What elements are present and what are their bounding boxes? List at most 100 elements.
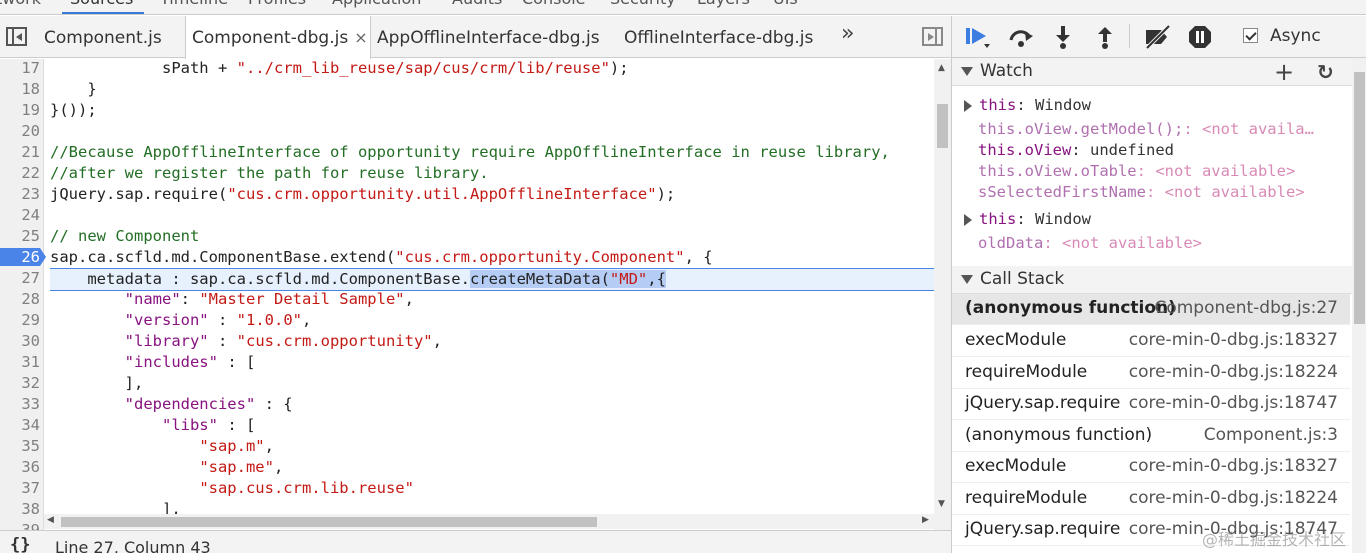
call-frame-location[interactable]: Component.js:3 <box>1204 425 1338 445</box>
watch-expression[interactable]: this.oView.getModel();: <not availa… <box>952 120 1350 141</box>
call-frame[interactable]: (anonymous function) Component-dbg.js:27 <box>952 294 1350 325</box>
toggle-navigator-icon[interactable] <box>6 27 27 46</box>
line-number[interactable]: 39 <box>0 521 40 530</box>
async-checkbox[interactable] <box>1243 28 1258 43</box>
tab-uis[interactable]: UIs <box>773 0 798 8</box>
tab-sources[interactable]: Sources <box>70 0 133 8</box>
line-number[interactable]: 22 <box>0 164 40 182</box>
toggle-debugger-icon[interactable] <box>922 27 943 46</box>
call-frame[interactable]: requireModule core-min-0-dbg.js:18224 <box>952 358 1350 389</box>
file-tab-appofflineinterface-dbg[interactable]: AppOfflineInterface-dbg.js <box>377 16 600 58</box>
scrollbar-thumb[interactable] <box>61 517 597 527</box>
call-frame[interactable]: execModule core-min-0-dbg.js:18327 <box>952 326 1350 357</box>
watch-section-header[interactable]: Watch + ↻ <box>952 58 1352 86</box>
tab-application[interactable]: Application <box>332 0 421 8</box>
watch-expression[interactable]: sSelectedFirstName: <not available> <box>952 183 1350 204</box>
code-line: "dependencies" : { <box>124 395 293 413</box>
line-number[interactable]: 32 <box>0 374 40 392</box>
debugger-toolbar: Async <box>952 16 1366 58</box>
line-number[interactable]: 34 <box>0 416 40 434</box>
tab-layers[interactable]: Layers <box>697 0 750 8</box>
line-number[interactable]: 30 <box>0 332 40 350</box>
code-line: "name": "Master Detail Sample", <box>124 290 414 308</box>
watch-expression[interactable]: this.oView: undefined <box>952 141 1350 162</box>
code-editor[interactable]: 17 18 19 20 21 22 23 24 25 26 27 28 29 3… <box>0 59 951 530</box>
more-tabs-icon[interactable]: » <box>841 21 854 46</box>
line-number[interactable]: 29 <box>0 311 40 329</box>
line-number[interactable]: 19 <box>0 101 40 119</box>
line-gutter[interactable]: 17 18 19 20 21 22 23 24 25 26 27 28 29 3… <box>0 59 46 530</box>
scroll-right-icon[interactable]: ▶ <box>922 515 929 525</box>
code-content[interactable]: sPath + "../crm_lib_reuse/sap/cus/crm/li… <box>50 59 934 530</box>
line-number[interactable]: 18 <box>0 80 40 98</box>
line-number[interactable]: 38 <box>0 500 40 518</box>
line-number[interactable]: 31 <box>0 353 40 371</box>
scroll-left-icon[interactable]: ◀ <box>47 515 54 525</box>
deactivate-breakpoints-icon[interactable] <box>1143 24 1173 50</box>
line-number[interactable]: 20 <box>0 122 40 140</box>
call-frame[interactable]: requireModule core-min-0-dbg.js:18224 <box>952 484 1350 515</box>
call-frame-location[interactable]: core-min-0-dbg.js:18747 <box>1129 393 1338 413</box>
step-out-icon[interactable] <box>1093 24 1117 50</box>
call-frame-location[interactable]: core-min-0-dbg.js:18224 <box>1129 362 1338 382</box>
watch-expression[interactable]: oldData: <not available> <box>952 234 1350 255</box>
call-frame[interactable]: execModule core-min-0-dbg.js:18327 <box>952 452 1350 483</box>
scroll-down-icon[interactable]: ▼ <box>938 499 945 509</box>
collapse-arrow-icon[interactable] <box>961 67 973 76</box>
code-line: } <box>50 80 97 98</box>
call-frame-location[interactable]: Component-dbg.js:27 <box>1154 298 1338 318</box>
tab-timeline[interactable]: Timeline <box>160 0 228 8</box>
step-into-icon[interactable] <box>1051 24 1075 50</box>
line-number[interactable]: 17 <box>0 59 40 77</box>
editor-vertical-scrollbar[interactable]: ▲ ▼ <box>934 59 951 530</box>
pretty-print-button[interactable]: {} <box>10 535 30 553</box>
file-tab-offlineinterface-dbg[interactable]: OfflineInterface-dbg.js <box>624 16 813 58</box>
watch-expression[interactable]: this: Window <box>952 210 1350 231</box>
tab-network[interactable]: twork <box>0 0 41 8</box>
expand-arrow-icon[interactable] <box>964 100 972 112</box>
file-tab-component[interactable]: Component.js <box>44 16 162 58</box>
line-number[interactable]: 25 <box>0 227 40 245</box>
expand-arrow-icon[interactable] <box>964 214 972 226</box>
code-line: jQuery.sap.require("cus.crm.opportunity.… <box>50 185 676 203</box>
line-number[interactable]: 35 <box>0 437 40 455</box>
breakpoint-marker[interactable]: 26 <box>0 248 46 266</box>
resume-icon[interactable] <box>964 24 992 50</box>
line-number[interactable]: 28 <box>0 290 40 308</box>
tab-profiles[interactable]: Profiles <box>248 0 306 8</box>
call-frame[interactable]: (anonymous function) Component.js:3 <box>952 421 1350 452</box>
file-tab-label: OfflineInterface-dbg.js <box>624 28 814 48</box>
call-frame-location[interactable]: core-min-0-dbg.js:18224 <box>1129 488 1338 508</box>
close-tab-icon[interactable]: × <box>354 28 367 47</box>
scrollbar-thumb[interactable] <box>937 104 948 148</box>
editor-status-bar: {} Line 27, Column 43 <box>0 530 951 553</box>
scroll-up-icon[interactable]: ▲ <box>938 63 945 73</box>
code-line: "includes" : [ <box>124 353 256 371</box>
line-number[interactable]: 37 <box>0 479 40 497</box>
refresh-watch-icon[interactable]: ↻ <box>1317 60 1334 84</box>
watch-expression[interactable]: this: Window <box>952 96 1350 117</box>
tab-security[interactable]: Security <box>610 0 676 8</box>
add-watch-icon[interactable]: + <box>1274 58 1294 86</box>
line-number[interactable]: 23 <box>0 185 40 203</box>
call-frame-function: execModule <box>965 330 1067 350</box>
line-number[interactable]: 21 <box>0 143 40 161</box>
line-number[interactable]: 36 <box>0 458 40 476</box>
watch-expression[interactable]: this.oView.oTable: <not available> <box>952 162 1350 183</box>
line-number[interactable]: 33 <box>0 395 40 413</box>
file-tab-component-dbg[interactable]: Component-dbg.js × <box>185 16 371 59</box>
sidebar-scrollbar[interactable] <box>1352 58 1366 553</box>
call-frame-location[interactable]: core-min-0-dbg.js:18327 <box>1129 456 1338 476</box>
tab-audits[interactable]: Audits <box>452 0 502 8</box>
collapse-arrow-icon[interactable] <box>961 275 973 284</box>
call-frame[interactable]: jQuery.sap.require core-min-0-dbg.js:187… <box>952 389 1350 420</box>
tab-console[interactable]: Console <box>522 0 586 8</box>
pause-on-exceptions-icon[interactable] <box>1187 24 1213 50</box>
scrollbar-thumb[interactable] <box>1354 72 1365 324</box>
line-number[interactable]: 27 <box>0 269 40 287</box>
step-over-icon[interactable] <box>1007 24 1035 50</box>
call-frame-location[interactable]: core-min-0-dbg.js:18327 <box>1129 330 1338 350</box>
editor-horizontal-scrollbar[interactable]: ◀ ▶ <box>44 514 934 529</box>
callstack-section-header[interactable]: Call Stack <box>952 266 1352 294</box>
line-number[interactable]: 24 <box>0 206 40 224</box>
